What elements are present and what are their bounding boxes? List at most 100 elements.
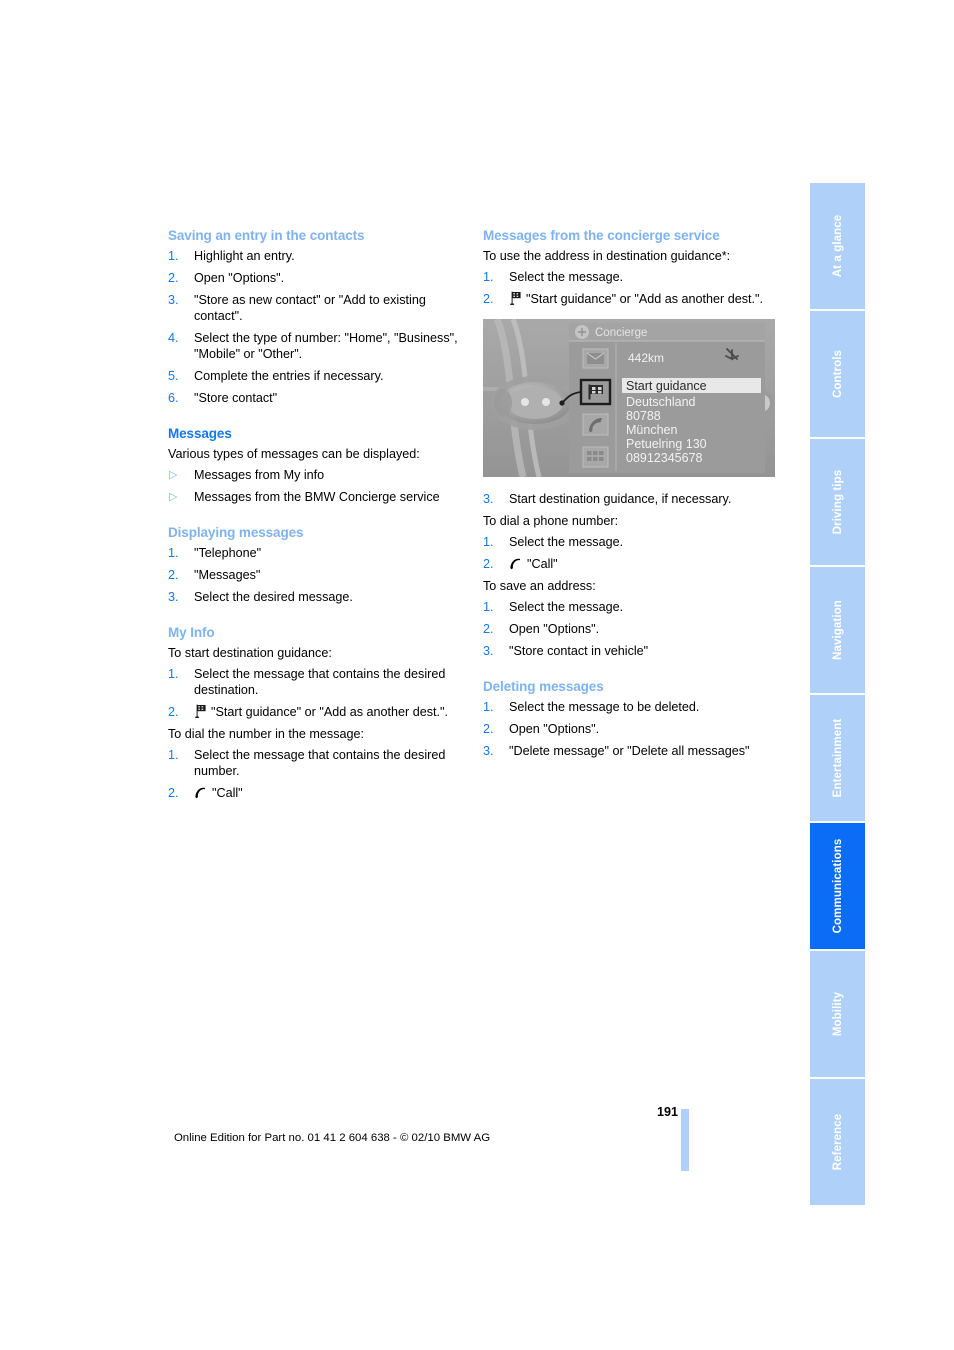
list-item: 3. "Delete message" or "Delete all messag…	[483, 743, 776, 759]
list-item: 3. "Store as new contact" or "Add to exis…	[168, 292, 461, 324]
step-text: "Start guidance" or "Add as another dest…	[211, 705, 449, 719]
tab-label: At a glance	[831, 214, 844, 278]
step-text: Start destination guidance, if necessary…	[509, 492, 732, 506]
step-number: 3.	[168, 293, 179, 307]
steps-displaying-messages: 1. "Telephone" 2. "Messages" 3. Select the …	[168, 545, 461, 605]
steps-concierge-dial: 1. Select the message. 2. "Call"	[483, 534, 776, 572]
list-item: 1. Highlight an entry.	[168, 248, 461, 264]
step-text: "Store as new contact" or "Add to existi…	[194, 293, 426, 323]
step-text: "Telephone"	[194, 546, 262, 560]
list-item: 2. Open "Options".	[168, 270, 461, 286]
step-text: Select the message that contains the des…	[194, 667, 446, 697]
step-text: "Call"	[212, 786, 243, 800]
step-number: 1.	[168, 546, 179, 560]
svg-text:80788: 80788	[626, 409, 661, 423]
triangle-bullet-icon: ▷	[169, 491, 178, 503]
step-number: 2.	[168, 705, 179, 719]
steps-concierge-after-figure: 3. Start destination guidance, if necessa…	[483, 491, 776, 507]
tab-label: Navigation	[831, 600, 844, 660]
tab-at-a-glance[interactable]: At a glance	[810, 183, 865, 311]
step-text: Select the message.	[509, 535, 624, 549]
step-number: 2.	[168, 568, 179, 582]
list-item: 2. "Call"	[483, 556, 776, 572]
svg-text:München: München	[626, 423, 677, 437]
concierge-dial-intro: To dial a phone number:	[483, 514, 619, 528]
right-column: Messages from the concierge service To u…	[483, 228, 776, 765]
page-number: 191	[656, 1105, 678, 1119]
step-number: 4.	[168, 331, 179, 345]
step-text: "Store contact"	[194, 391, 278, 405]
step-text: Open "Options".	[194, 271, 285, 285]
heading-deleting-messages: Deleting messages	[483, 679, 604, 694]
list-item: 2. "Start guidance" or "Add as another de…	[483, 291, 776, 307]
list-item: 3. Start destination guidance, if necessa…	[483, 491, 776, 507]
step-text: Complete the entries if necessary.	[194, 369, 384, 383]
tab-driving-tips[interactable]: Driving tips	[810, 439, 865, 567]
triangle-bullet-icon: ▷	[169, 469, 178, 481]
tab-controls[interactable]: Controls	[810, 311, 865, 439]
heading-saving-an-entry: Saving an entry in the contacts	[168, 228, 365, 243]
step-number: 1.	[168, 667, 179, 681]
tab-label: Driving tips	[831, 469, 844, 535]
svg-text:08912345678: 08912345678	[626, 451, 703, 465]
step-number: 2.	[483, 622, 494, 636]
tab-label: Mobility	[831, 991, 844, 1037]
step-text: Select the type of number: "Home", "Busi…	[194, 331, 458, 361]
step-number: 3.	[483, 644, 494, 658]
step-number: 2.	[483, 557, 494, 571]
list-item: 1. Select the message.	[483, 269, 776, 285]
steps-my-info-guidance: 1. Select the message that contains the d…	[168, 666, 461, 720]
tab-mobility[interactable]: Mobility	[810, 951, 865, 1079]
step-text: "Store contact in vehicle"	[509, 644, 649, 658]
my-info-guidance-intro: To start destination guidance:	[168, 646, 332, 660]
svg-text:Concierge: Concierge	[595, 327, 647, 339]
steps-my-info-dial: 1. Select the message that contains the d…	[168, 747, 461, 801]
svg-text:Petuelring 130: Petuelring 130	[626, 437, 707, 451]
list-item: 1. Select the message.	[483, 534, 776, 550]
tab-navigation[interactable]: Navigation	[810, 567, 865, 695]
steps-concierge-guidance: 1. Select the message. 2. "Start guidance"…	[483, 269, 776, 307]
step-number: 1.	[168, 748, 179, 762]
step-text: Select the message to be deleted.	[509, 700, 700, 714]
bullet-text: Messages from the BMW Concierge service	[194, 490, 440, 504]
footer-note: Online Edition for Part no. 01 41 2 604 …	[173, 1132, 491, 1144]
step-text: "Delete message" or "Delete all messages…	[509, 744, 750, 758]
step-text: "Start guidance" or "Add as another dest…	[526, 292, 764, 306]
step-number: 2.	[168, 786, 179, 800]
tab-entertainment[interactable]: Entertainment	[810, 695, 865, 823]
phone-call-icon	[509, 558, 523, 570]
step-number: 1.	[483, 535, 494, 549]
step-text: Select the message.	[509, 600, 624, 614]
step-number: 3.	[483, 492, 494, 506]
bullet-text: Messages from My info	[194, 468, 325, 482]
steps-concierge-save: 1. Select the message. 2. Open "Options". …	[483, 599, 776, 659]
navigation-display-screenshot: Concierge 442km Start guidance Deutschla…	[483, 319, 775, 477]
steps-saving-an-entry: 1. Highlight an entry. 2. Open "Options". …	[168, 248, 461, 406]
tab-label: Communications	[831, 838, 844, 934]
heading-displaying-messages: Displaying messages	[168, 525, 304, 540]
list-item: 2. Open "Options".	[483, 621, 776, 637]
step-text: "Messages"	[194, 568, 261, 582]
svg-text:Deutschland: Deutschland	[626, 395, 696, 409]
step-text: Highlight an entry.	[194, 249, 295, 263]
step-number: 1.	[483, 270, 494, 284]
list-item: 2. Open "Options".	[483, 721, 776, 737]
my-info-dial-intro: To dial the number in the message:	[168, 727, 365, 741]
nav-guidance-icon	[194, 704, 207, 718]
tab-communications[interactable]: Communications	[810, 823, 865, 951]
step-number: 2.	[483, 722, 494, 736]
list-item: 5. Complete the entries if necessary.	[168, 368, 461, 384]
step-text: Select the message that contains the des…	[194, 748, 446, 778]
step-text: Select the message.	[509, 270, 624, 284]
list-item: 4. Select the type of number: "Home", "Bu…	[168, 330, 461, 362]
section-tab-strip: At a glance Controls Driving tips Naviga…	[810, 183, 865, 1207]
svg-text:442km: 442km	[628, 351, 664, 365]
concierge-guidance-intro: To use the address in destination guidan…	[483, 249, 731, 263]
phone-call-icon	[194, 787, 208, 799]
step-text: Open "Options".	[509, 722, 600, 736]
svg-text:Start guidance: Start guidance	[626, 379, 707, 393]
messages-bullet-list: ▷ Messages from My info ▷ Messages from th…	[168, 467, 461, 505]
step-number: 2.	[483, 292, 494, 306]
steps-deleting-messages: 1. Select the message to be deleted. 2. Op…	[483, 699, 776, 759]
step-text: Open "Options".	[509, 622, 600, 636]
